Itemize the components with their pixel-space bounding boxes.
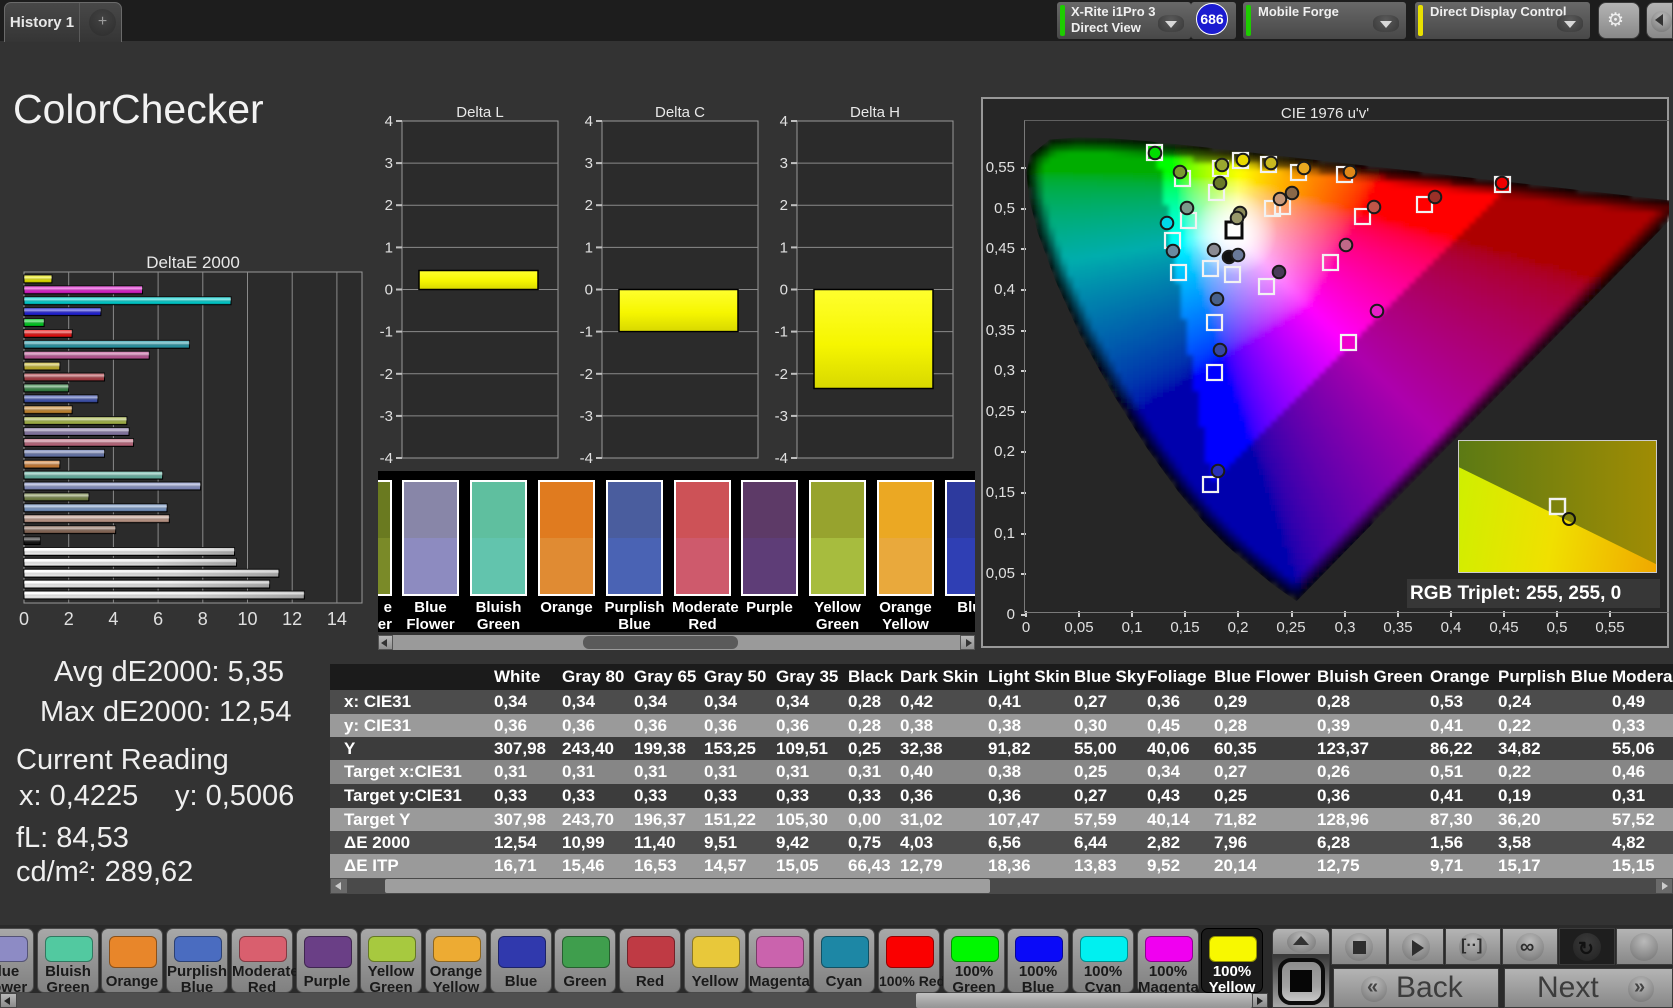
svg-text:10: 10 [237, 609, 257, 629]
svg-text:3: 3 [385, 155, 393, 172]
svg-text:-3: -3 [380, 408, 393, 425]
svg-text:2: 2 [385, 197, 393, 214]
svg-text:1: 1 [585, 239, 593, 256]
svg-text:-4: -4 [775, 450, 788, 467]
svg-text:3: 3 [585, 155, 593, 172]
svg-text:-2: -2 [775, 366, 788, 383]
svg-text:2: 2 [585, 197, 593, 214]
svg-text:0: 0 [780, 282, 788, 299]
svg-text:2: 2 [780, 197, 788, 214]
svg-text:6: 6 [153, 609, 163, 629]
svg-text:-4: -4 [580, 450, 593, 467]
svg-text:-1: -1 [380, 324, 393, 341]
svg-text:0: 0 [385, 282, 393, 299]
svg-text:-2: -2 [580, 366, 593, 383]
svg-text:-1: -1 [775, 324, 788, 341]
svg-text:-2: -2 [380, 366, 393, 383]
svg-text:1: 1 [780, 239, 788, 256]
svg-text:14: 14 [327, 609, 347, 629]
svg-text:4: 4 [385, 113, 393, 130]
svg-text:Delta C: Delta C [655, 104, 705, 121]
svg-text:DeltaE 2000: DeltaE 2000 [146, 253, 240, 272]
svg-text:Delta L: Delta L [456, 104, 504, 121]
svg-text:4: 4 [108, 609, 118, 629]
svg-text:-3: -3 [580, 408, 593, 425]
svg-text:4: 4 [585, 113, 593, 130]
svg-text:-1: -1 [580, 324, 593, 341]
svg-text:12: 12 [282, 609, 302, 629]
svg-text:0: 0 [19, 609, 29, 629]
svg-text:2: 2 [64, 609, 74, 629]
svg-text:Delta H: Delta H [850, 104, 900, 121]
svg-text:8: 8 [198, 609, 208, 629]
svg-text:4: 4 [780, 113, 788, 130]
svg-text:0: 0 [585, 282, 593, 299]
svg-text:-3: -3 [775, 408, 788, 425]
svg-text:-4: -4 [380, 450, 393, 467]
svg-text:3: 3 [780, 155, 788, 172]
svg-text:1: 1 [385, 239, 393, 256]
